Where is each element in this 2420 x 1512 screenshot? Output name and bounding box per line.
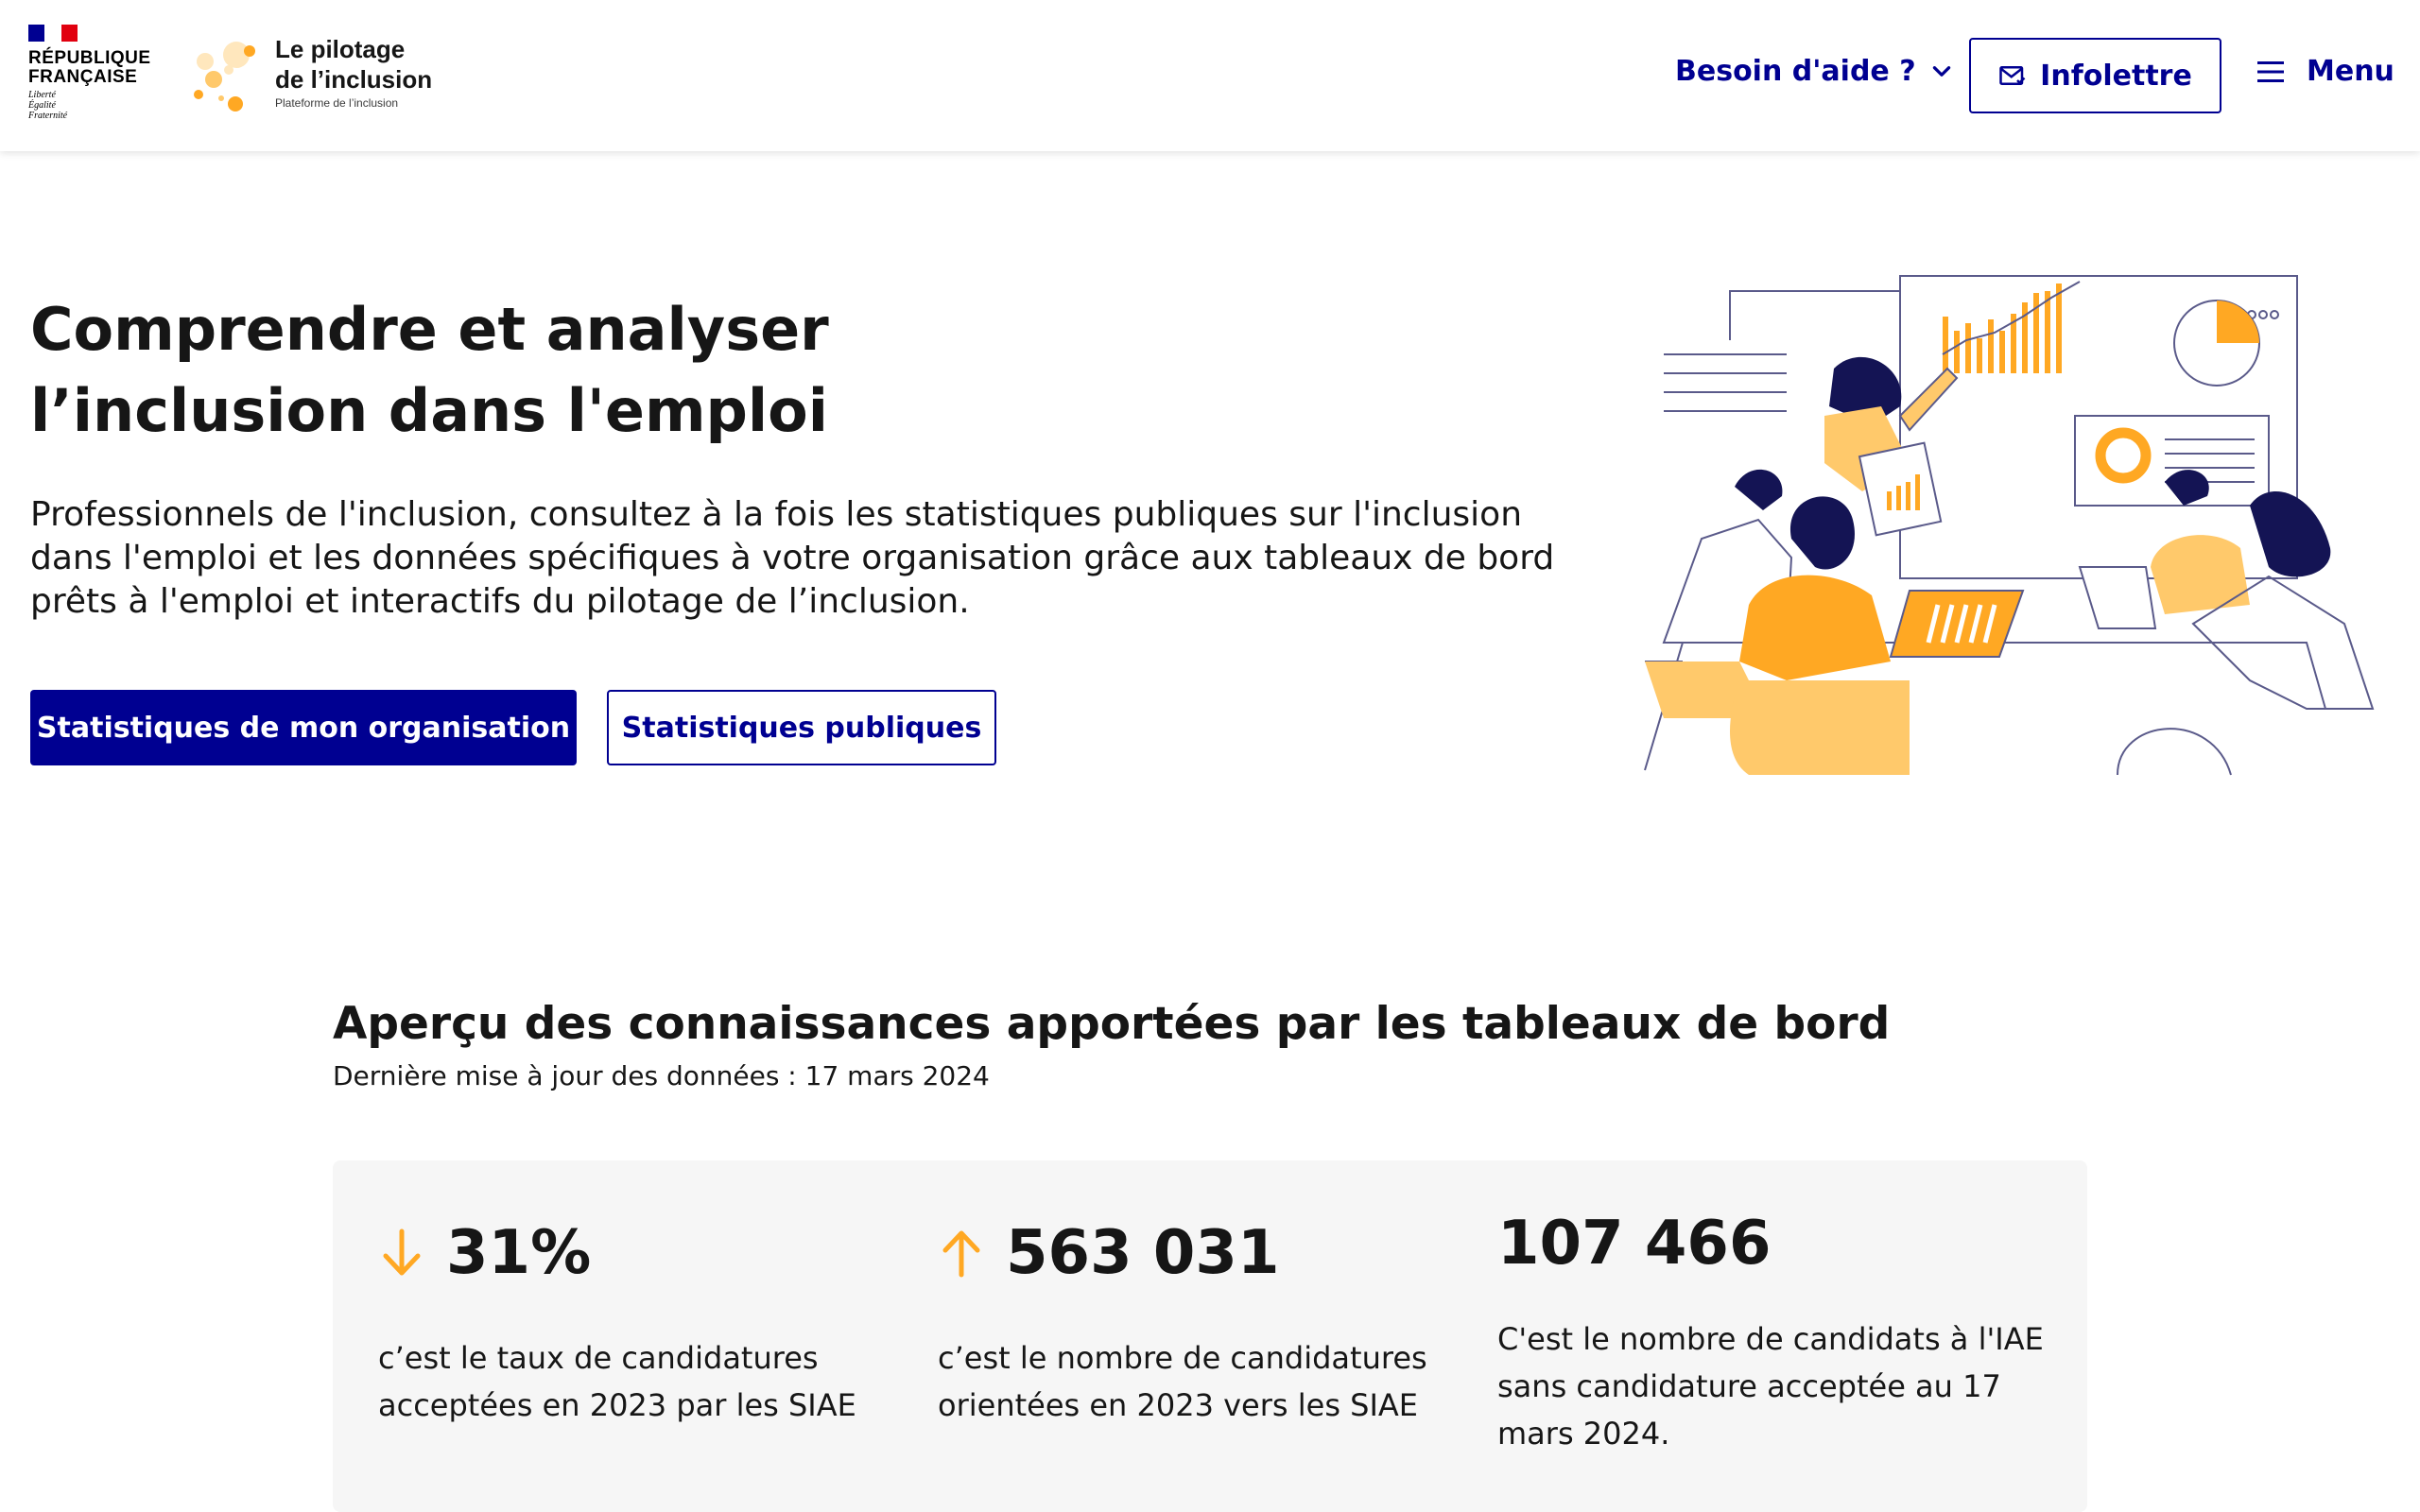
brand-text[interactable]: Le pilotage de l’inclusion Plateforme de…: [275, 34, 432, 110]
hero-title-line2: l’inclusion dans l'emploi: [30, 376, 829, 445]
republique-francaise-logo[interactable]: RÉPUBLIQUE FRANÇAISE Liberté Égalité Fra…: [28, 25, 151, 121]
arrow-down-icon: [383, 1228, 421, 1276]
motto-fraternite: Fraternité: [28, 111, 68, 121]
insights-last-updated: Dernière mise à jour des données : 17 ma…: [333, 1060, 990, 1091]
kpi-value: 107 466: [1497, 1209, 1772, 1279]
chevron-down-icon: [1932, 65, 1950, 77]
brand-tagline: Plateforme de l’inclusion: [275, 96, 399, 110]
help-dropdown-button[interactable]: Besoin d'aide ?: [1675, 55, 1954, 88]
menu-label: Menu: [2307, 55, 2394, 88]
brand-name-line2: de l’inclusion: [275, 65, 433, 94]
hero-title: Comprendre et analyser l’inclusion dans …: [30, 289, 1165, 452]
kpi-description: c’est le nombre de candidatures orientée…: [938, 1340, 1427, 1423]
public-stats-button[interactable]: Statistiques publiques: [607, 690, 996, 765]
newsletter-button[interactable]: Infolettre: [1969, 38, 2221, 113]
hero-lead: Professionnels de l'inclusion, consultez…: [30, 495, 1555, 621]
kpi-card-acceptance-rate: 31% c’est le taux de candidatures accept…: [378, 1215, 870, 1429]
motto-liberte: Liberté: [28, 90, 56, 100]
kpi-card-candidates-without-acceptance: 107 466 C'est le nombre de candidats à l…: [1497, 1206, 2046, 1457]
republic-title-line1: RÉPUBLIQUE: [28, 48, 151, 68]
kpi-description: C'est le nombre de candidats à l'IAE san…: [1497, 1321, 2044, 1452]
pilotage-logo-icon[interactable]: [185, 32, 270, 117]
brand-name-line1: Le pilotage: [275, 35, 406, 63]
republic-title-line2: FRANÇAISE: [28, 67, 138, 87]
hamburger-icon: [2257, 60, 2284, 82]
mail-icon: [1999, 66, 2026, 85]
my-organisation-stats-button[interactable]: Statistiques de mon organisation: [30, 690, 577, 765]
kpi-panel: 31% c’est le taux de candidatures accept…: [333, 1160, 2087, 1512]
hero-title-line1: Comprendre et analyser: [30, 295, 829, 364]
french-flag-icon: [28, 25, 78, 42]
republic-motto: Liberté Égalité Fraternité: [28, 90, 151, 121]
kpi-description: c’est le taux de candidatures acceptées …: [378, 1340, 856, 1423]
kpi-value-row: 107 466: [1497, 1206, 2046, 1281]
kpi-card-oriented-applications: 563 031 c’est le nombre de candidatures …: [938, 1215, 1448, 1429]
kpi-value: 563 031: [1006, 1218, 1280, 1288]
insights-title: Aperçu des connaissances apportées par l…: [333, 998, 1891, 1050]
arrow-up-icon: [942, 1230, 980, 1278]
motto-egalite: Égalité: [28, 100, 56, 111]
site-header: RÉPUBLIQUE FRANÇAISE Liberté Égalité Fra…: [0, 0, 2420, 151]
newsletter-label: Infolettre: [2040, 59, 2192, 93]
team-analytics-illustration: [1644, 275, 2375, 776]
help-label: Besoin d'aide ?: [1675, 55, 1916, 88]
menu-button[interactable]: Menu: [2256, 55, 2394, 88]
kpi-value: 31%: [446, 1218, 592, 1288]
kpi-value-row: 563 031: [938, 1215, 1448, 1291]
kpi-value-row: 31%: [378, 1215, 870, 1291]
republic-title: RÉPUBLIQUE FRANÇAISE: [28, 49, 151, 87]
